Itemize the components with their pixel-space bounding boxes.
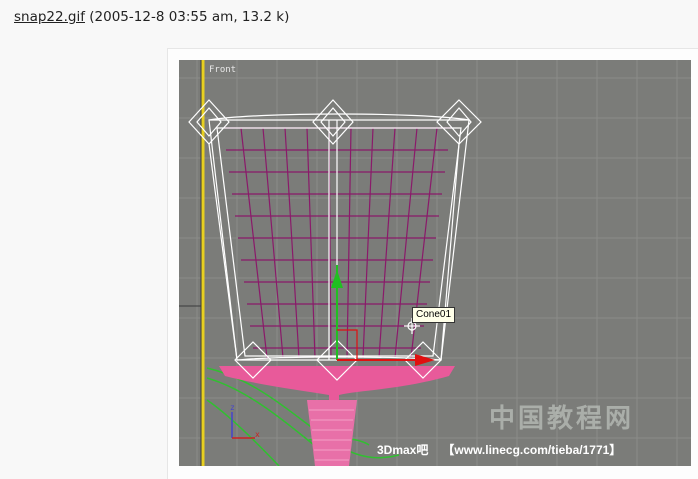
object-tooltip: Cone01 <box>412 307 456 323</box>
axis-z-label: z <box>230 403 235 412</box>
attachment-filename-link[interactable]: snap22.gif <box>14 9 85 25</box>
attachment-meta: (2005-12-8 03:55 am, 13.2 k) <box>84 9 290 25</box>
viewport-label[interactable]: Front <box>209 65 236 75</box>
axis-x-label: x <box>255 430 260 439</box>
attachment-caption: snap22.gif (2005-12-8 03:55 am, 13.2 k) <box>14 9 289 25</box>
watermark-url: 【www.linecg.com/tieba/1771】 <box>442 443 622 457</box>
front-viewport[interactable]: Front Cone01 z x 中国教程网 3Dmax吧 【www.linecg… <box>179 60 691 466</box>
axis-tripod-icon <box>231 412 255 439</box>
watermark-bar: 3Dmax吧 【www.linecg.com/tieba/1771】 <box>377 441 621 458</box>
watermark-site: 中国教程网 <box>489 404 635 434</box>
watermark-tag: 3Dmax吧 <box>377 443 429 457</box>
